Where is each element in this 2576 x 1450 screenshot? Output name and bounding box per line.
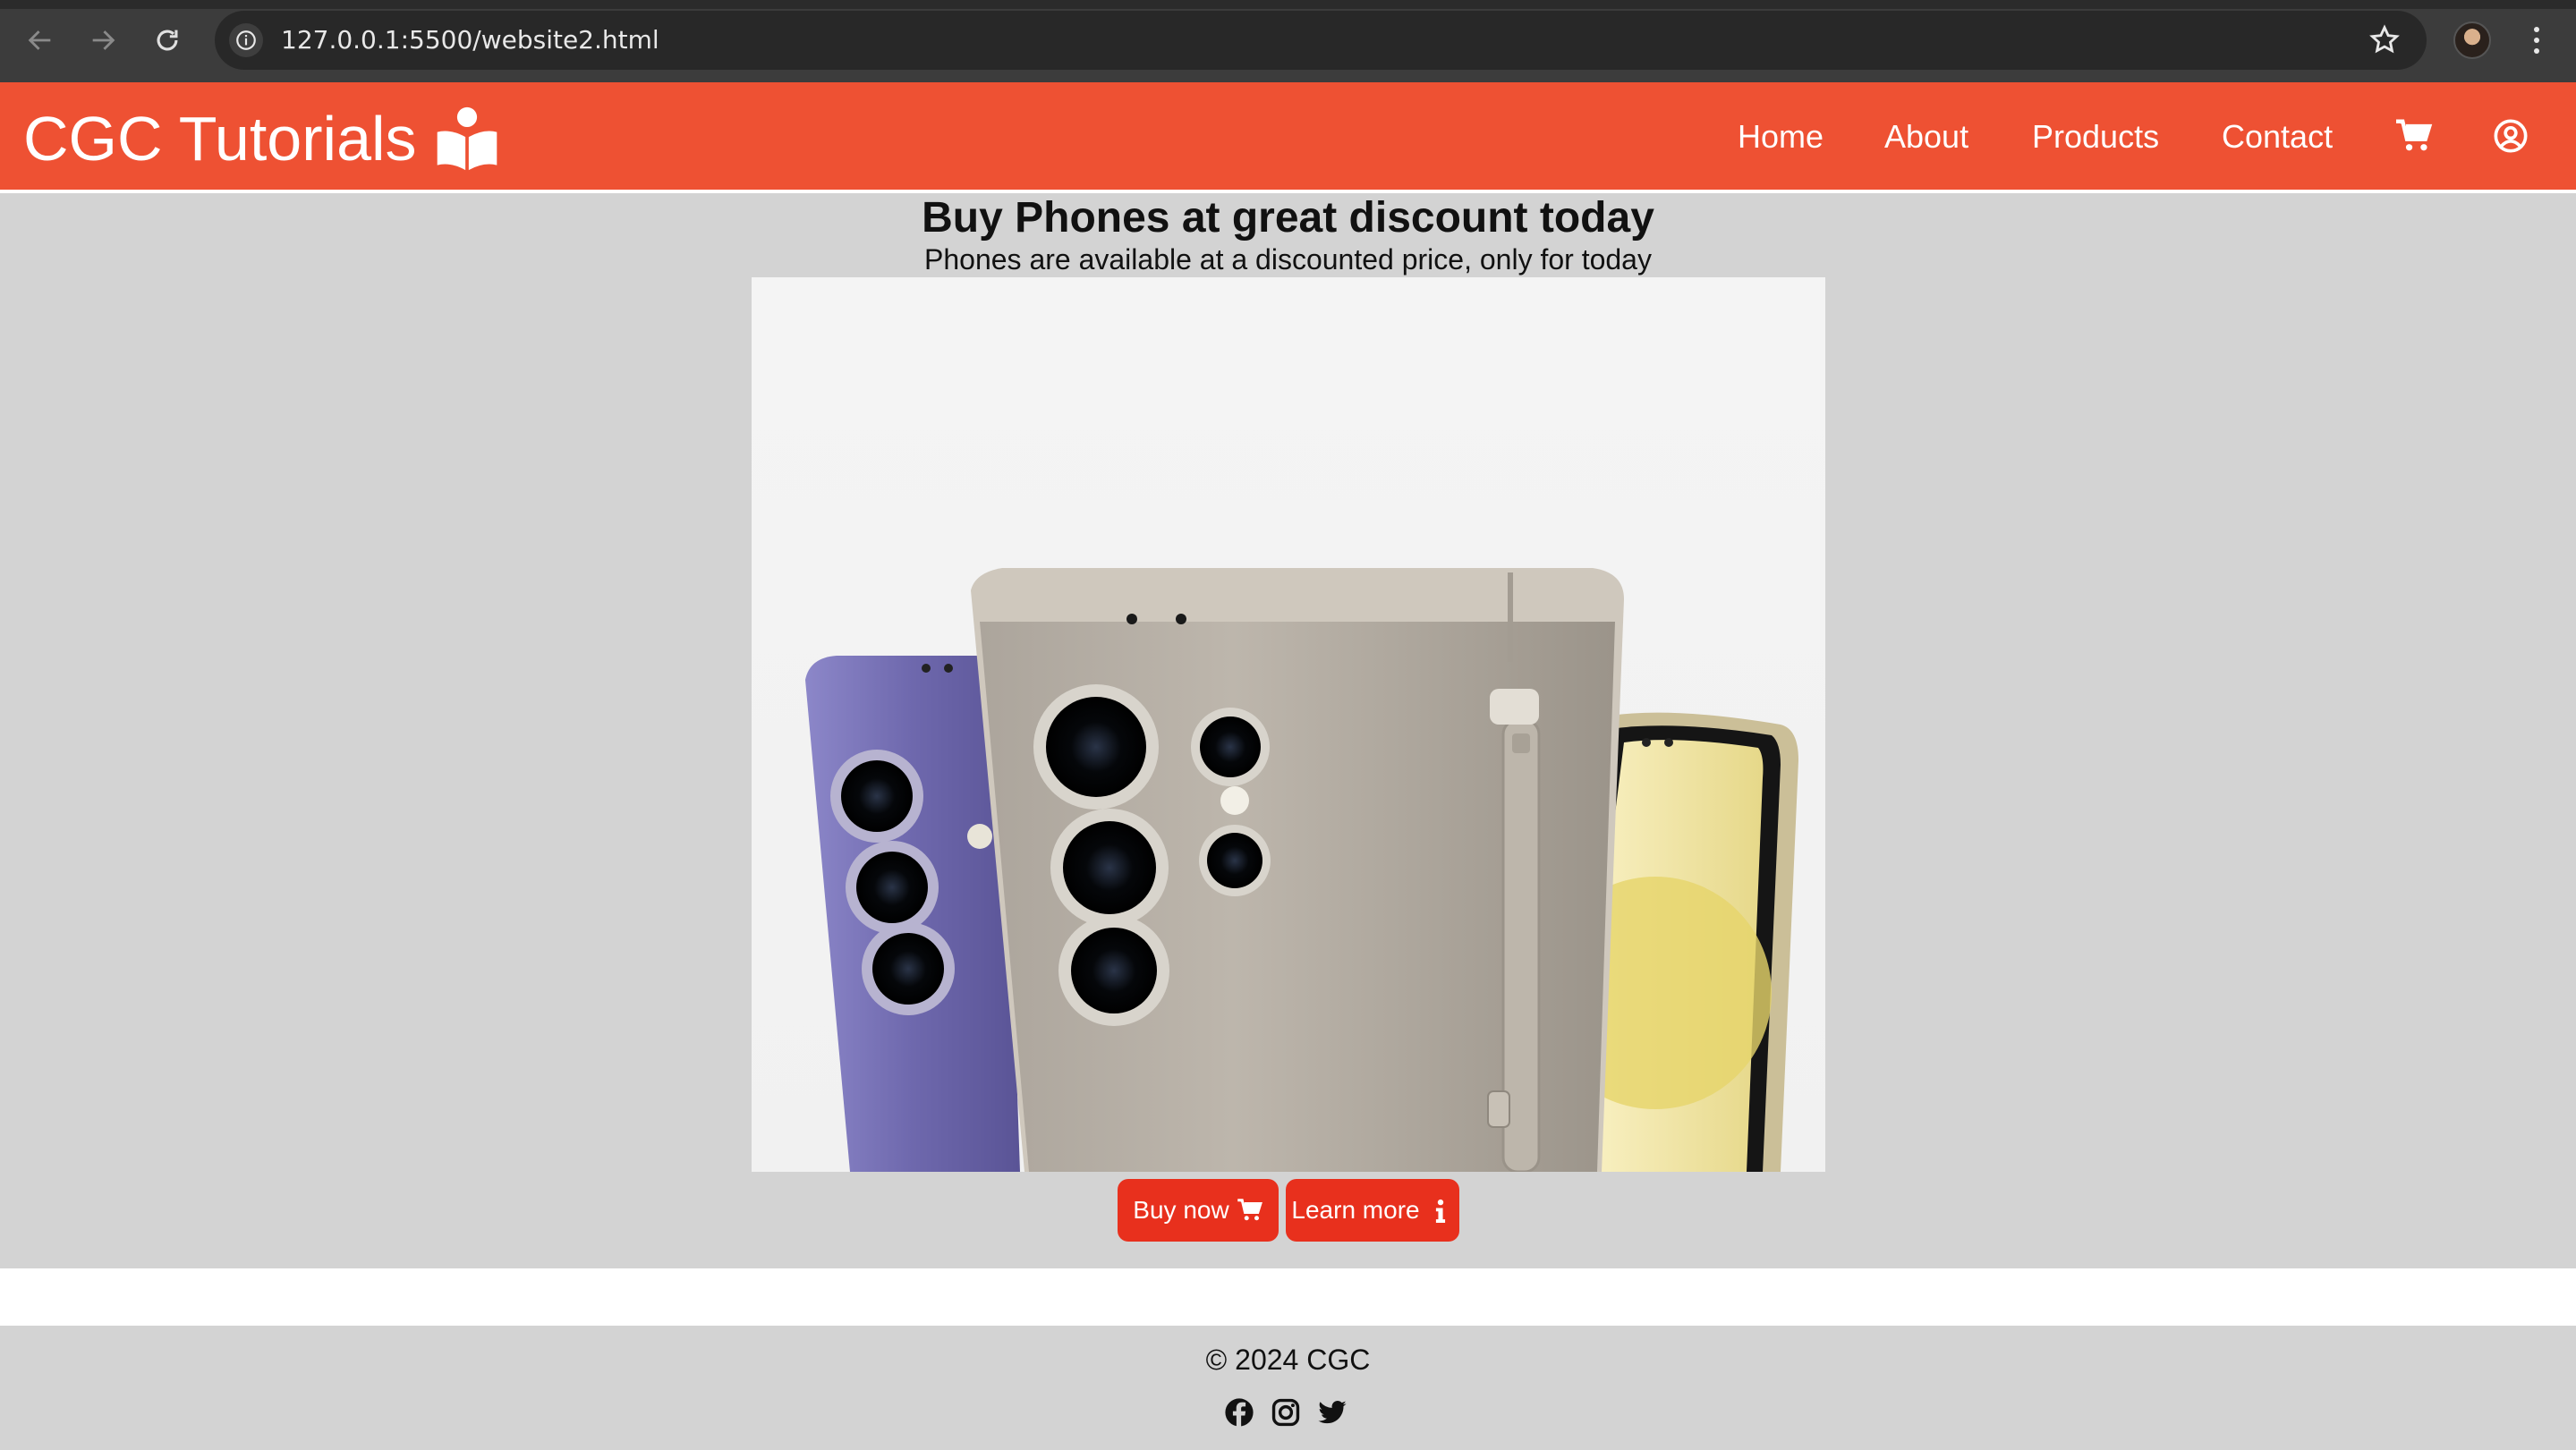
cart-icon	[1237, 1199, 1262, 1221]
reload-icon	[157, 30, 178, 51]
brand-name: CGC Tutorials	[23, 104, 417, 174]
phones-image	[752, 277, 1825, 1172]
info-icon	[1435, 1199, 1445, 1223]
url-text[interactable]: 127.0.0.1:5500/website2.html	[281, 25, 659, 55]
browser-toolbar: 127.0.0.1:5500/website2.html	[0, 0, 2576, 82]
hero-subtitle: Phones are available at a discounted pri…	[924, 243, 1652, 276]
learn-more-label: Learn more	[1291, 1196, 1420, 1224]
arrow-right-icon	[92, 30, 115, 50]
cart-icon[interactable]	[2394, 118, 2434, 154]
nav-contact[interactable]: Contact	[2222, 118, 2333, 156]
twitter-icon[interactable]	[1317, 1397, 1348, 1428]
address-bar[interactable]: 127.0.0.1:5500/website2.html	[215, 11, 2427, 70]
nav-products[interactable]: Products	[2032, 118, 2159, 156]
profile-avatar[interactable]	[2453, 21, 2491, 59]
brand-logo[interactable]: CGC Tutorials	[23, 106, 501, 172]
back-button[interactable]	[20, 20, 61, 61]
site-footer: © 2024 CGC	[0, 1326, 2576, 1450]
facebook-icon[interactable]	[1224, 1397, 1254, 1428]
buy-now-label: Buy now	[1133, 1196, 1229, 1224]
bookmark-star-icon[interactable]	[2368, 23, 2402, 57]
book-reader-icon	[437, 106, 497, 171]
arrow-left-icon	[28, 30, 51, 50]
hero-title: Buy Phones at great discount today	[922, 194, 1654, 242]
browser-menu-icon[interactable]	[2523, 20, 2550, 61]
content-spacer	[0, 1268, 2576, 1326]
user-circle-icon[interactable]	[2491, 118, 2530, 154]
main-section: Buy Phones at great discount today Phone…	[0, 193, 2576, 1268]
nav-home[interactable]: Home	[1738, 118, 1824, 156]
copyright-text: © 2024 CGC	[1205, 1344, 1371, 1376]
site-info-icon[interactable]	[229, 23, 263, 57]
buy-now-button[interactable]: Buy now	[1118, 1179, 1279, 1242]
reload-button[interactable]	[147, 20, 188, 61]
nav-about[interactable]: About	[1884, 118, 1968, 156]
social-links	[1224, 1397, 1348, 1428]
forward-button[interactable]	[82, 20, 123, 61]
learn-more-button[interactable]: Learn more	[1286, 1179, 1459, 1242]
tab-strip	[0, 0, 2576, 9]
instagram-icon[interactable]	[1271, 1397, 1301, 1428]
site-header: CGC Tutorials Home About Products Contac…	[0, 82, 2576, 193]
